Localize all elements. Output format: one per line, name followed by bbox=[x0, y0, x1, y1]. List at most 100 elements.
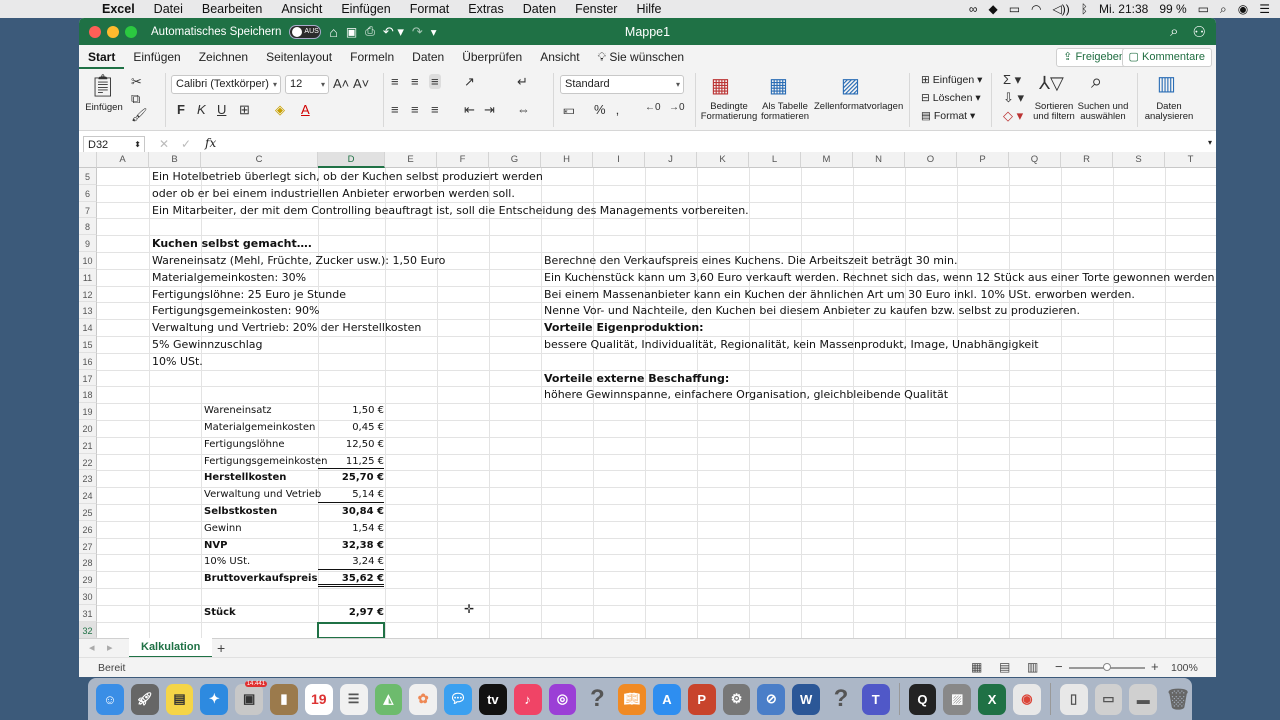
zoom-level[interactable]: 100% bbox=[1171, 662, 1198, 674]
column-header-l[interactable]: L bbox=[749, 152, 801, 168]
column-header-g[interactable]: G bbox=[489, 152, 541, 168]
menu-ansicht[interactable]: Ansicht bbox=[281, 2, 322, 16]
normal-view-icon[interactable]: ▦ bbox=[971, 660, 982, 674]
delete-cells-button[interactable]: ⊟ Löschen ▾ bbox=[921, 92, 981, 104]
cell-b10[interactable]: Wareneinsatz (Mehl, Früchte, Zucker usw.… bbox=[152, 254, 445, 267]
sheet-tab-kalkulation[interactable]: Kalkulation bbox=[129, 638, 213, 658]
insert-cells-button[interactable]: ⊞ Einfügen ▾ bbox=[921, 74, 982, 86]
calc-value-28[interactable]: 3,24 € bbox=[318, 556, 384, 571]
cell-b6[interactable]: oder ob er bei einem industriellen Anbie… bbox=[152, 187, 515, 200]
formula-input[interactable] bbox=[229, 137, 1189, 153]
percent-icon[interactable]: % bbox=[594, 102, 606, 117]
clock-text[interactable]: Mi. 21:38 bbox=[1099, 2, 1148, 16]
calc-value-21[interactable]: 12,50 € bbox=[318, 439, 384, 453]
zoom-slider-knob[interactable] bbox=[1103, 663, 1111, 671]
format-as-table-label[interactable]: Als Tabelle formatieren bbox=[759, 102, 811, 122]
maps-icon[interactable]: ◭ bbox=[374, 683, 403, 715]
column-header-i[interactable]: I bbox=[593, 152, 645, 168]
paste-icon[interactable]: 📋︎ bbox=[89, 73, 117, 99]
calc-label-29[interactable]: Bruttoverkaufspreis bbox=[204, 573, 317, 584]
tab-formeln[interactable]: Formeln bbox=[341, 45, 403, 69]
paste-label[interactable]: Einfügen bbox=[84, 103, 124, 113]
calc-value-19[interactable]: 1,50 € bbox=[318, 405, 384, 419]
format-as-table-icon[interactable]: ▦ bbox=[769, 73, 788, 98]
calc-value-26[interactable]: 1,54 € bbox=[318, 523, 384, 537]
home-icon[interactable]: ⌂ bbox=[329, 24, 337, 40]
fill-color-icon[interactable]: ◈ bbox=[275, 102, 285, 118]
zoom-window-button[interactable] bbox=[125, 26, 137, 38]
downloads-icon[interactable]: ▭ bbox=[1094, 683, 1123, 715]
align-bottom-icon[interactable]: ≡ bbox=[429, 74, 441, 89]
launchpad-icon[interactable]: 🚀︎ bbox=[130, 683, 159, 715]
row-header-20[interactable]: 20 bbox=[79, 420, 97, 437]
cell-b9[interactable]: Kuchen selbst gemacht…. bbox=[152, 237, 312, 250]
decrease-decimal-icon[interactable]: →0 bbox=[669, 102, 685, 113]
tab-ansicht[interactable]: Ansicht bbox=[531, 45, 588, 69]
calc-label-20[interactable]: Materialgemeinkosten bbox=[204, 422, 315, 433]
cell-h12[interactable]: Bei einem Massenanbieter kann ein Kuchen… bbox=[544, 288, 1135, 301]
battery-icon[interactable]: ▭ bbox=[1198, 2, 1209, 16]
folder-icon[interactable]: ▬ bbox=[1129, 683, 1158, 715]
zoom-in-button[interactable]: + bbox=[1151, 659, 1159, 674]
share-person-icon[interactable]: ⚇ bbox=[1193, 23, 1206, 41]
italic-button[interactable]: K bbox=[197, 102, 206, 117]
utility-icon[interactable]: ⊘ bbox=[757, 683, 786, 715]
column-header-k[interactable]: K bbox=[697, 152, 749, 168]
music-icon[interactable]: ♪ bbox=[513, 683, 542, 715]
books-icon[interactable]: 📖︎ bbox=[618, 683, 646, 715]
cell-b11[interactable]: Materialgemeinkosten: 30% bbox=[152, 271, 306, 284]
row-header-25[interactable]: 25 bbox=[79, 504, 97, 521]
find-select-label[interactable]: Suchen und auswählen bbox=[1077, 102, 1129, 122]
reminders-icon[interactable]: ☰ bbox=[339, 683, 368, 715]
font-color-icon[interactable]: A bbox=[301, 102, 310, 117]
menu-datei[interactable]: Datei bbox=[154, 2, 183, 16]
conditional-formatting-icon[interactable]: ▦ bbox=[711, 73, 730, 98]
tab-start[interactable]: Start bbox=[79, 45, 125, 69]
trash-icon[interactable]: 🗑︎ bbox=[1164, 684, 1192, 715]
row-header-7[interactable]: 7 bbox=[79, 201, 97, 219]
display-icon[interactable]: ▭ bbox=[1009, 2, 1020, 16]
clear-icon[interactable]: ◇ ▾ bbox=[1003, 108, 1023, 124]
align-center-icon[interactable]: ≡ bbox=[411, 102, 419, 117]
teams-icon[interactable]: T bbox=[861, 683, 890, 715]
prev-sheet-icon[interactable]: ◂ bbox=[89, 641, 95, 654]
cell-h14[interactable]: Vorteile Eigenproduktion: bbox=[544, 321, 704, 334]
format-cells-button[interactable]: ▤ Format ▾ bbox=[921, 110, 975, 122]
row-header-15[interactable]: 15 bbox=[79, 336, 97, 353]
column-header-j[interactable]: J bbox=[645, 152, 697, 168]
calc-value-22[interactable]: 11,25 € bbox=[318, 456, 384, 470]
accounting-format-icon[interactable]: 💶︎ bbox=[563, 102, 575, 118]
find-select-icon[interactable]: ⌕ bbox=[1091, 71, 1102, 94]
number-format-combo[interactable]: Standard ▾ bbox=[560, 75, 684, 94]
apple-tv-icon[interactable]: tv bbox=[478, 683, 507, 715]
add-sheet-button[interactable]: + bbox=[217, 640, 225, 656]
analyze-data-label[interactable]: Daten analysieren bbox=[1143, 102, 1195, 122]
user-icon[interactable]: ◉ bbox=[1238, 2, 1248, 16]
minimize-window-button[interactable] bbox=[107, 26, 119, 38]
tab-einfuegen[interactable]: Einfügen bbox=[124, 45, 189, 69]
undo-icon[interactable]: ↶ ▾ bbox=[383, 24, 404, 40]
calendar-icon[interactable]: 19 bbox=[304, 683, 333, 715]
cell-h11[interactable]: Ein Kuchenstück kann um 3,60 Euro verkau… bbox=[544, 271, 1216, 284]
column-header-o[interactable]: O bbox=[905, 152, 957, 168]
cell-b16[interactable]: 10% USt. bbox=[152, 355, 203, 368]
merge-center-icon[interactable]: ⇔ bbox=[517, 102, 530, 117]
cell-styles-label[interactable]: Zellenformatvorlagen bbox=[814, 102, 903, 112]
calc-label-22[interactable]: Fertigungsgemeinkosten bbox=[204, 456, 327, 467]
expand-formula-icon[interactable]: ▾ bbox=[1208, 138, 1212, 147]
zoom-out-button[interactable]: − bbox=[1055, 659, 1063, 674]
row-header-11[interactable]: 11 bbox=[79, 268, 97, 286]
calc-value-25[interactable]: 30,84 € bbox=[318, 506, 384, 520]
decrease-indent-icon[interactable]: ⇤ bbox=[464, 102, 475, 118]
column-header-f[interactable]: F bbox=[437, 152, 489, 168]
finder-icon[interactable]: ☺ bbox=[96, 683, 124, 715]
row-header-24[interactable]: 24 bbox=[79, 487, 97, 504]
calc-label-25[interactable]: Selbstkosten bbox=[204, 506, 277, 517]
spotlight-icon[interactable]: ⌕ bbox=[1220, 2, 1227, 17]
cell-b7[interactable]: Ein Mitarbeiter, der mit dem Controlling… bbox=[152, 204, 749, 217]
calc-label-19[interactable]: Wareneinsatz bbox=[204, 405, 272, 416]
font-name-combo[interactable]: Calibri (Textkörper) ▾ bbox=[171, 75, 281, 94]
cell-c31[interactable]: Stück bbox=[204, 607, 236, 618]
conditional-formatting-label[interactable]: Bedingte Formatierung bbox=[699, 102, 759, 122]
tab-ueberpruefen[interactable]: Überprüfen bbox=[453, 45, 531, 69]
